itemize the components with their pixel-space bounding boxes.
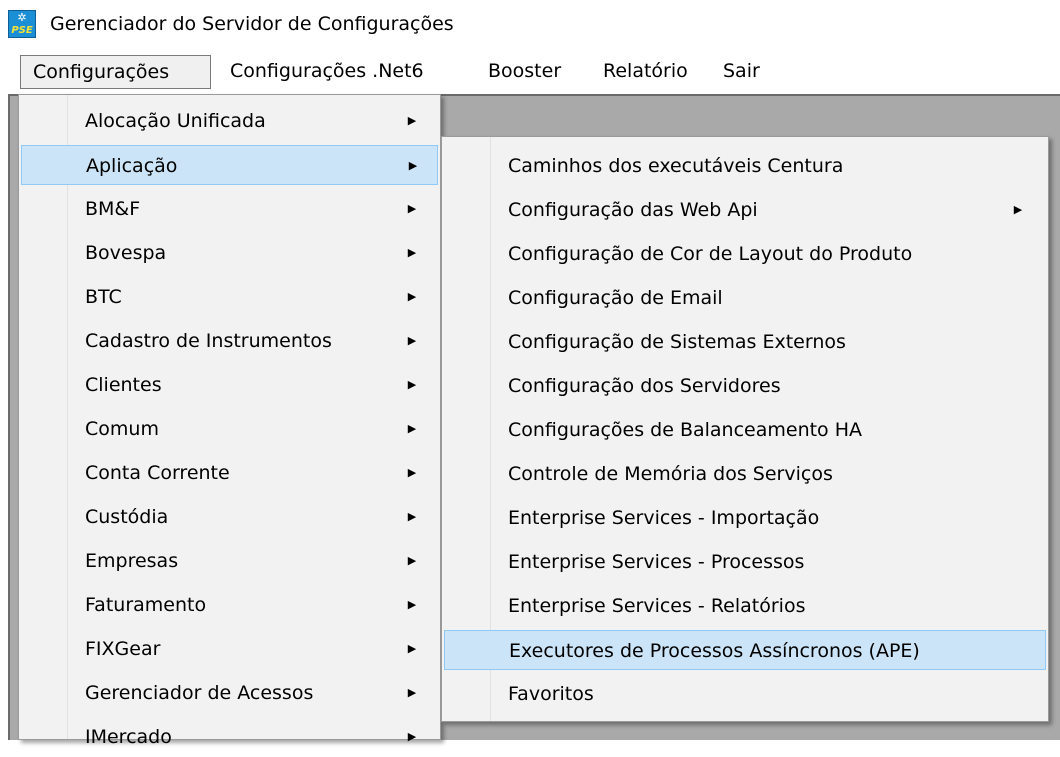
menu-item-label: Configuração de Email — [508, 287, 723, 309]
menu-item-label: Configuração de Cor de Layout do Produto — [508, 243, 913, 265]
menu-item-label: Enterprise Services - Relatórios — [508, 595, 806, 617]
menu-item-label: IMercado — [85, 726, 172, 748]
menu-item-comum[interactable]: Comum ▶ — [21, 409, 438, 449]
menu-item-label: Empresas — [85, 550, 179, 572]
submenu-arrow-icon: ▶ — [407, 730, 417, 743]
submenu-item-caminhos-dos-executaveis-centura[interactable]: Caminhos dos executáveis Centura — [444, 146, 1046, 186]
menu-item-label: Faturamento — [85, 594, 207, 616]
menu-item-label: Configuração das Web Api — [508, 199, 758, 221]
submenu-arrow-icon: ▶ — [407, 642, 417, 655]
menu-item-label: Alocação Unificada — [85, 110, 266, 132]
submenu-item-configuracao-das-web-api[interactable]: Configuração das Web Api ▶ — [444, 190, 1046, 230]
menu-item-bm-f[interactable]: BM&F ▶ — [21, 189, 438, 229]
menu-item-label: BTC — [85, 286, 122, 308]
menu-item-custodia[interactable]: Custódia ▶ — [21, 497, 438, 537]
menu-item-label: Clientes — [85, 374, 162, 396]
menu-item-empresas[interactable]: Empresas ▶ — [21, 541, 438, 581]
menu-item-gerenciador-de-acessos[interactable]: Gerenciador de Acessos ▶ — [21, 673, 438, 713]
menu-item-fixgear[interactable]: FIXGear ▶ — [21, 629, 438, 669]
menu-item-btc[interactable]: BTC ▶ — [21, 277, 438, 317]
menu-item-label: Configuração dos Servidores — [508, 375, 781, 397]
menu-item-imercado[interactable]: IMercado ▶ — [21, 717, 438, 757]
menu-item-conta-corrente[interactable]: Conta Corrente ▶ — [21, 453, 438, 493]
menu-item-label: Enterprise Services - Processos — [508, 551, 805, 573]
menu-booster[interactable]: Booster — [476, 55, 573, 89]
aplicacao-submenu: Caminhos dos executáveis Centura Configur… — [441, 136, 1049, 722]
submenu-item-configuracao-dos-servidores[interactable]: Configuração dos Servidores — [444, 366, 1046, 406]
pse-app-icon: ✲ PSE — [8, 10, 36, 38]
menu-item-label: Bovespa — [85, 242, 167, 264]
menu-configuracoes-net6[interactable]: Configurações .Net6 — [218, 55, 436, 89]
submenu-arrow-icon: ▶ — [407, 422, 417, 435]
menu-item-label: Conta Corrente — [85, 462, 230, 484]
gear-icon: ✲ — [17, 11, 27, 24]
menu-item-label: Controle de Memória dos Serviços — [508, 463, 833, 485]
configuracoes-dropdown-menu: Alocação Unificada ▶ Aplicação ▶ BM&F ▶ Bovesp… — [18, 94, 441, 748]
title-bar: ✲ PSE Gerenciador do Servidor de Configu… — [0, 0, 1060, 50]
submenu-item-favoritos[interactable]: Favoritos — [444, 674, 1046, 714]
menu-item-label: Caminhos dos executáveis Centura — [508, 155, 844, 177]
submenu-item-enterprise-services-importacao[interactable]: Enterprise Services - Importação — [444, 498, 1046, 538]
menu-relatorio[interactable]: Relatório — [591, 55, 700, 89]
app-icon-text: PSE — [11, 25, 33, 36]
submenu-arrow-icon: ▶ — [407, 290, 417, 303]
submenu-arrow-icon: ▶ — [1013, 203, 1023, 216]
menu-item-faturamento[interactable]: Faturamento ▶ — [21, 585, 438, 625]
menu-item-alocacao-unificada[interactable]: Alocação Unificada ▶ — [21, 101, 438, 141]
menu-item-label: Custódia — [85, 506, 169, 528]
submenu-arrow-icon: ▶ — [407, 686, 417, 699]
menu-item-label: Enterprise Services - Importação — [508, 507, 820, 529]
menu-sair[interactable]: Sair — [711, 55, 772, 89]
submenu-arrow-icon: ▶ — [407, 378, 417, 391]
menu-item-bovespa[interactable]: Bovespa ▶ — [21, 233, 438, 273]
menu-item-clientes[interactable]: Clientes ▶ — [21, 365, 438, 405]
menu-item-cadastro-de-instrumentos[interactable]: Cadastro de Instrumentos ▶ — [21, 321, 438, 361]
menu-item-label: Configuração de Sistemas Externos — [508, 331, 846, 353]
submenu-arrow-icon: ▶ — [407, 114, 417, 127]
submenu-arrow-icon: ▶ — [407, 334, 417, 347]
menu-configuracoes[interactable]: Configurações — [20, 55, 211, 89]
menu-item-aplicacao[interactable]: Aplicação ▶ — [21, 145, 438, 185]
submenu-arrow-icon: ▶ — [407, 598, 417, 611]
submenu-arrow-icon: ▶ — [407, 466, 417, 479]
menu-item-label: Favoritos — [508, 683, 594, 705]
submenu-arrow-icon: ▶ — [407, 554, 417, 567]
submenu-item-executores-de-processos-assincronos-ape[interactable]: Executores de Processos Assíncronos (APE… — [444, 630, 1046, 670]
submenu-item-configuracao-de-sistemas-externos[interactable]: Configuração de Sistemas Externos — [444, 322, 1046, 362]
submenu-arrow-icon: ▶ — [407, 202, 417, 215]
menu-item-label: Executores de Processos Assíncronos (APE… — [509, 640, 920, 662]
menu-item-label: Comum — [85, 418, 159, 440]
menu-item-label: Configurações de Balanceamento HA — [508, 419, 863, 441]
submenu-item-configuracao-de-cor-de-layout-do-produto[interactable]: Configuração de Cor de Layout do Produto — [444, 234, 1046, 274]
submenu-arrow-icon: ▶ — [407, 510, 417, 523]
submenu-arrow-icon: ▶ — [407, 246, 417, 259]
submenu-item-configuracoes-de-balanceamento-ha[interactable]: Configurações de Balanceamento HA — [444, 410, 1046, 450]
submenu-item-configuracao-de-email[interactable]: Configuração de Email — [444, 278, 1046, 318]
submenu-arrow-icon: ▶ — [408, 159, 418, 172]
submenu-item-enterprise-services-processos[interactable]: Enterprise Services - Processos — [444, 542, 1046, 582]
menu-item-label: FIXGear — [85, 638, 161, 660]
menu-item-label: Cadastro de Instrumentos — [85, 330, 332, 352]
menu-bar: Configurações Configurações .Net6 Booste… — [0, 50, 1060, 94]
submenu-item-enterprise-services-relatorios[interactable]: Enterprise Services - Relatórios — [444, 586, 1046, 626]
menu-item-label: Aplicação — [86, 155, 178, 177]
submenu-item-controle-de-memoria-dos-servicos[interactable]: Controle de Memória dos Serviços — [444, 454, 1046, 494]
menu-item-label: Gerenciador de Acessos — [85, 682, 314, 704]
menu-item-label: BM&F — [85, 198, 141, 220]
window-title: Gerenciador do Servidor de Configurações — [50, 13, 454, 35]
